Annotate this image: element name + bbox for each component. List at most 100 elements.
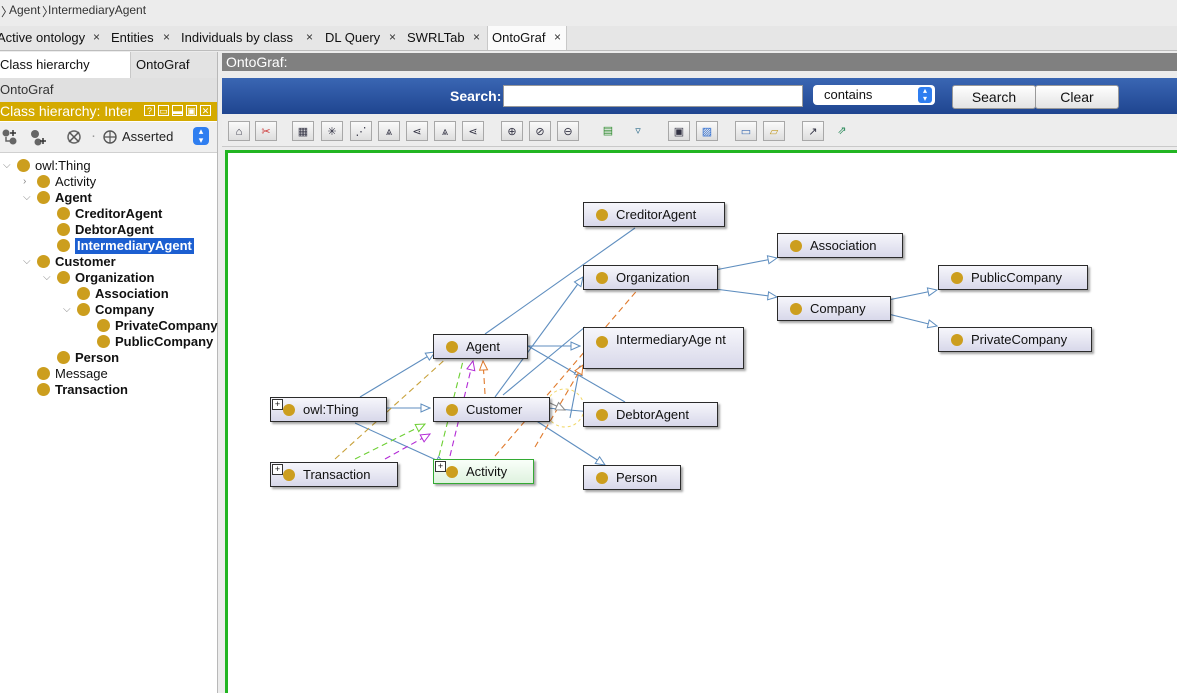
- maximize-icon[interactable]: ▣: [186, 105, 197, 116]
- tab-active-ontology[interactable]: Active ontology ×: [0, 26, 105, 50]
- close-icon[interactable]: ×: [554, 26, 561, 49]
- graph-node-publiccompany[interactable]: PublicCompany: [938, 265, 1088, 290]
- graph-node-company[interactable]: Company: [777, 296, 891, 321]
- zoom-reset-icon[interactable]: ⊘: [529, 121, 551, 141]
- edge-customer-organization-arrowhead: [573, 276, 584, 288]
- tree-item-person[interactable]: Person: [0, 350, 217, 366]
- edit-icon[interactable]: ▨: [696, 121, 718, 141]
- graph-node-creditor[interactable]: CreditorAgent: [583, 202, 725, 227]
- filter-arcs-icon[interactable]: ▿: [627, 121, 649, 141]
- search-input[interactable]: [503, 85, 803, 107]
- expanded-arrow-icon[interactable]: ⌵: [23, 254, 31, 270]
- open-folder-icon[interactable]: ▱: [763, 121, 785, 141]
- expand-icon[interactable]: +: [272, 464, 283, 475]
- class-hierarchy-panel: Class hierarchy OntoGraf OntoGraf Class …: [0, 52, 218, 693]
- tree-item-association[interactable]: Association: [0, 286, 217, 302]
- tree-item-activity[interactable]: › Activity: [0, 174, 217, 190]
- breadcrumb-item-intermediaryagent[interactable]: IntermediaryAgent: [48, 3, 146, 17]
- expand-icon[interactable]: +: [272, 399, 283, 410]
- tree-item-organization[interactable]: ⌵ Organization: [0, 270, 217, 286]
- graph-node-owlthing[interactable]: + owl:Thing: [270, 397, 387, 422]
- tree-item-message[interactable]: Message: [0, 366, 217, 382]
- vertical-directed-layout-icon[interactable]: ⩓: [434, 121, 456, 141]
- graph-node-association[interactable]: Association: [777, 233, 903, 258]
- graph-node-intermediary[interactable]: IntermediaryAge nt: [583, 327, 744, 369]
- tree-item-transaction[interactable]: Transaction: [0, 382, 217, 398]
- export-icon[interactable]: ↗: [802, 121, 824, 141]
- tree-horizontal-layout-icon[interactable]: ⋖: [406, 121, 428, 141]
- help-icon[interactable]: ?: [144, 105, 155, 116]
- close-icon[interactable]: ×: [389, 26, 396, 49]
- grid-layout-icon[interactable]: ▦: [292, 121, 314, 141]
- tree-item-customer[interactable]: ⌵ Customer: [0, 254, 217, 270]
- add-subclass-icon[interactable]: [0, 128, 18, 146]
- radial-layout-icon[interactable]: ✳: [321, 121, 343, 141]
- target-icon[interactable]: [103, 130, 118, 145]
- tree-item-intermediaryagent[interactable]: IntermediaryAgent: [0, 238, 217, 254]
- tab-ontograf[interactable]: OntoGraf ×: [487, 26, 567, 50]
- expanded-arrow-icon[interactable]: ⌵: [63, 302, 71, 318]
- tab-swrltab[interactable]: SWRLTab ×: [407, 26, 485, 50]
- graph-node-person[interactable]: Person: [583, 465, 681, 490]
- pin-icon[interactable]: ⇗: [831, 121, 853, 141]
- tree-item-debtoragent[interactable]: DebtorAgent: [0, 222, 217, 238]
- clear-graph-icon[interactable]: ✂: [255, 121, 277, 141]
- ontograf-toolbar: ⌂ ✂ ▦ ✳ ⋰ ⩓ ⋖ ⩓ ⋖ ⊕ ⊘ ⊖ ▤ ▿ ▣ ▨ ▭ ▱ ↗ ⇗: [222, 118, 1177, 147]
- graph-node-customer[interactable]: Customer: [433, 397, 550, 422]
- filter-nodes-icon[interactable]: ▤: [597, 121, 619, 141]
- close-icon[interactable]: ×: [93, 26, 100, 49]
- subtab-ontograf[interactable]: OntoGraf: [130, 52, 217, 78]
- class-icon: [77, 303, 90, 316]
- breadcrumb-item-agent[interactable]: Agent: [9, 3, 40, 17]
- add-sibling-icon[interactable]: [28, 128, 48, 146]
- zoom-in-icon[interactable]: ⊕: [501, 121, 523, 141]
- search-button[interactable]: Search: [952, 85, 1036, 109]
- tab-dl-query[interactable]: DL Query ×: [325, 26, 403, 50]
- close-icon[interactable]: ×: [163, 26, 170, 49]
- graph-node-agent[interactable]: Agent: [433, 334, 528, 359]
- tree-item-label: Message: [55, 366, 108, 381]
- graph-node-label: Organization: [616, 270, 690, 285]
- close-view-icon[interactable]: ✕: [200, 105, 211, 116]
- float-icon[interactable]: ▭: [158, 105, 169, 116]
- horizontal-directed-layout-icon[interactable]: ⋖: [462, 121, 484, 141]
- expand-icon[interactable]: +: [435, 461, 446, 472]
- tab-individuals-by-class[interactable]: Individuals by class ×: [181, 26, 321, 50]
- edge-agent-intermediary-arrowhead: [570, 341, 582, 351]
- zoom-out-icon[interactable]: ⊖: [557, 121, 579, 141]
- tree-item-company[interactable]: ⌵ Company: [0, 302, 217, 318]
- class-icon: [57, 271, 70, 284]
- tree-vertical-layout-icon[interactable]: ⩓: [378, 121, 400, 141]
- subtab-class-hierarchy[interactable]: Class hierarchy: [0, 52, 130, 78]
- spring-layout-icon[interactable]: ⋰: [350, 121, 372, 141]
- tree-item-label: CreditorAgent: [75, 206, 163, 221]
- graph-node-organization[interactable]: Organization: [583, 265, 718, 290]
- collapsed-arrow-icon[interactable]: ›: [23, 174, 26, 190]
- expanded-arrow-icon[interactable]: ⌵: [23, 190, 31, 206]
- close-icon[interactable]: ×: [306, 26, 313, 49]
- save-icon[interactable]: ▭: [735, 121, 757, 141]
- graph-node-activity[interactable]: + Activity: [433, 459, 534, 484]
- home-icon[interactable]: ⌂: [228, 121, 250, 141]
- tab-entities[interactable]: Entities ×: [111, 26, 177, 50]
- tree-item-label: Transaction: [55, 382, 128, 397]
- camera-icon[interactable]: ▣: [668, 121, 690, 141]
- tree-item-owl-thing[interactable]: ⌵ owl:Thing: [0, 158, 217, 174]
- match-mode-select[interactable]: contains ▴ ▾: [813, 85, 935, 105]
- graph-node-transaction[interactable]: + Transaction: [270, 462, 398, 487]
- graph-node-privatecompany[interactable]: PrivateCompany: [938, 327, 1092, 352]
- expanded-arrow-icon[interactable]: ⌵: [43, 270, 51, 286]
- graph-canvas[interactable]: CreditorAgent Association Organization Publ…: [225, 150, 1177, 693]
- tree-item-publiccompany[interactable]: PublicCompany: [0, 334, 217, 350]
- minimize-icon[interactable]: ▬: [172, 105, 183, 116]
- close-icon[interactable]: ×: [473, 26, 480, 49]
- expanded-arrow-icon[interactable]: ⌵: [3, 158, 11, 174]
- clear-button[interactable]: Clear: [1035, 85, 1119, 109]
- graph-node-debtor[interactable]: DebtorAgent: [583, 402, 718, 427]
- hierarchy-mode-dropdown[interactable]: ▴ ▾: [193, 127, 209, 145]
- tree-item-creditoragent[interactable]: CreditorAgent: [0, 206, 217, 222]
- tree-item-agent[interactable]: ⌵ Agent: [0, 190, 217, 206]
- delete-class-icon[interactable]: [65, 128, 83, 146]
- tree-item-privatecompany[interactable]: PrivateCompany: [0, 318, 218, 334]
- class-icon: [446, 466, 458, 478]
